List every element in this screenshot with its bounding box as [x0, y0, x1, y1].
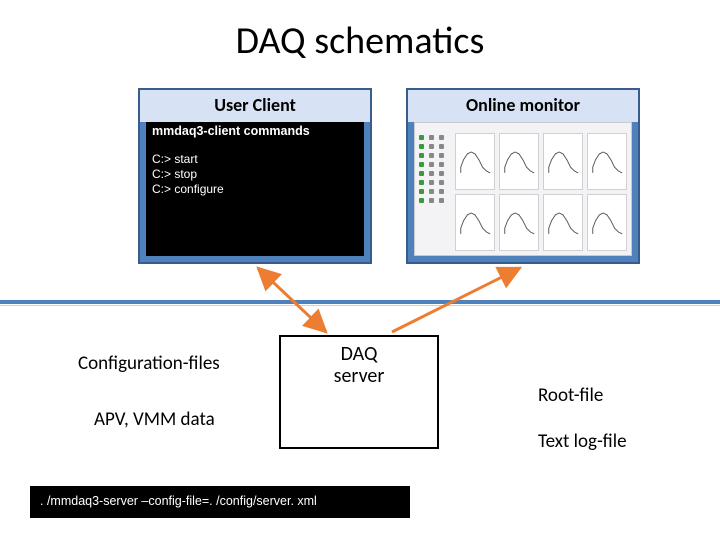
label-root-file: Root-file [538, 384, 603, 407]
histogram-icon [455, 133, 495, 190]
monitor-charts [455, 133, 627, 251]
user-client-header: User Client [140, 90, 370, 122]
arrows-overlay [0, 0, 720, 540]
daq-line2: server [281, 365, 437, 387]
daq-line1: DAQ [281, 343, 437, 365]
terminal-line: C:> stop [152, 167, 358, 182]
histogram-icon [455, 194, 495, 251]
user-client-panel: User Client mmdaq3-client commands C:> s… [138, 88, 372, 264]
histogram-icon [587, 133, 627, 190]
divider [0, 300, 720, 306]
daq-server-box: DAQ server [279, 335, 439, 449]
online-monitor-header: Online monitor [408, 90, 638, 122]
label-text-log: Text log-file [538, 430, 627, 453]
histogram-icon [499, 133, 539, 190]
monitor-window [414, 122, 632, 256]
histogram-icon [543, 133, 583, 190]
terminal: mmdaq3-client commands C:> start C:> sto… [146, 122, 364, 256]
histogram-icon [587, 194, 627, 251]
command-bar: . /mmdaq3-server –config-file=. /config/… [30, 486, 410, 518]
online-monitor-panel: Online monitor [406, 88, 640, 264]
terminal-line: C:> configure [152, 182, 358, 197]
label-config-files: Configuration-files [78, 352, 220, 375]
monitor-tree-icons [417, 133, 451, 253]
terminal-line: C:> start [152, 152, 358, 167]
histogram-icon [543, 194, 583, 251]
terminal-title: mmdaq3-client commands [152, 124, 358, 152]
label-apv-vmm: APV, VMM data [94, 408, 215, 431]
histogram-icon [499, 194, 539, 251]
page-title: DAQ schematics [0, 18, 720, 64]
